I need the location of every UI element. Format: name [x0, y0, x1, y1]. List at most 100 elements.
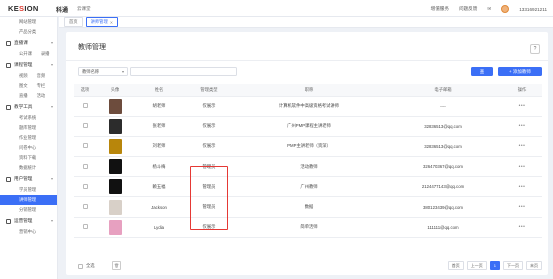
tab-teacher-management[interactable]: 讲师管理 ✕	[85, 17, 119, 27]
avatar	[108, 159, 122, 175]
sidebar-section-19[interactable]: 运营管理 ▾	[0, 215, 57, 227]
sidebar-section-label: 教学工具	[14, 104, 33, 109]
main-card: 教师管理 ? 教师名称 ▾ 查 + 添加教师 选项 头像 姓名 管理类型 职称 电…	[66, 32, 548, 275]
sidebar-item[interactable]: 直播	[19, 91, 28, 101]
sidebar-item-active[interactable]: 讲师管理	[0, 195, 57, 205]
sidebar-item[interactable]: 数据统计	[0, 163, 57, 173]
more-actions-icon[interactable]: •••	[519, 103, 526, 109]
more-actions-icon[interactable]: •••	[519, 204, 526, 210]
search-input[interactable]	[130, 67, 237, 76]
col-header-email: 电子邮箱	[384, 84, 502, 97]
value-added-link[interactable]: 增值服务	[431, 6, 449, 12]
col-header-actions: 操作	[502, 84, 542, 97]
row-checkbox[interactable]	[82, 143, 88, 149]
manage-type: 仅展示	[184, 136, 234, 158]
teacher-email: ----	[384, 96, 502, 117]
teacher-title: 广州教师	[234, 176, 384, 198]
sidebar-item[interactable]: 专栏	[37, 81, 46, 91]
kesion-logo[interactable]: KESION	[8, 4, 39, 13]
tab-home[interactable]: 首页	[64, 17, 83, 27]
table-row: Jackson 管理员 数据 380123439@qq.com •••	[74, 196, 542, 218]
row-checkbox[interactable]	[82, 163, 88, 169]
sidebar-section-2[interactable]: 直播课 ▾	[0, 37, 57, 49]
sidebar-item[interactable]: 作业管理	[0, 133, 57, 143]
row-checkbox[interactable]	[82, 183, 88, 189]
page-first[interactable]: 首页	[447, 261, 464, 270]
tab-bar: 首页 讲师管理 ✕	[59, 17, 553, 28]
feedback-link[interactable]: 问题反馈	[459, 6, 477, 12]
sidebar-item[interactable]: 分销管理	[0, 205, 57, 215]
avatar	[108, 219, 122, 235]
row-checkbox[interactable]	[82, 103, 88, 109]
teacher-name: Lydia	[134, 217, 184, 238]
sidebar-item[interactable]: 产品分类	[0, 27, 57, 37]
select-all-label: 全选	[86, 263, 95, 268]
more-actions-icon[interactable]: •••	[519, 143, 526, 149]
table-row: Lydia 仅展示 简单活师 111111@qq.com •••	[74, 217, 542, 238]
teacher-table: 选项 头像 姓名 管理类型 职称 电子邮箱 操作 胡老师 仅展示 计算机软件中高级资…	[74, 84, 542, 238]
chevron-down-icon: ▾	[50, 40, 53, 45]
teacher-title: 活动教师	[234, 156, 384, 178]
sidebar-item[interactable]: 资料下载	[0, 153, 57, 163]
trash-icon[interactable]: 🗑	[112, 261, 121, 270]
sidebar-item[interactable]: 图文	[19, 81, 28, 91]
sidebar-item[interactable]: 学员管理	[0, 185, 57, 195]
sidebar-section-label: 运营管理	[14, 218, 33, 223]
page-next[interactable]: 下一页	[503, 261, 523, 270]
user-avatar[interactable]	[501, 5, 510, 13]
teacher-title: 广州PMP课程主讲老师	[234, 116, 384, 137]
close-icon[interactable]: ✕	[110, 20, 113, 25]
sidebar-row-5: 视频 音频	[0, 71, 57, 81]
sidebar-item[interactable]: 题库管理	[0, 123, 57, 133]
page-prev[interactable]: 上一页	[466, 261, 487, 270]
sidebar-section-15[interactable]: 用户管理 ▾	[0, 173, 57, 185]
sidebar-item[interactable]: 音频	[37, 71, 46, 81]
sidebar-item[interactable]: 活动	[37, 91, 46, 101]
sidebar-item[interactable]: 录播	[41, 49, 50, 59]
avatar	[108, 199, 122, 215]
search-button[interactable]: 查	[471, 67, 493, 76]
sidebar-item[interactable]: 考试系统	[0, 113, 57, 123]
help-button[interactable]: ?	[530, 44, 540, 54]
sidebar-item[interactable]: 视频	[19, 71, 28, 81]
sidebar-section-4[interactable]: 课程管理 ▾	[0, 59, 57, 71]
select-all-checkbox[interactable]	[78, 263, 83, 269]
section-icon	[6, 62, 11, 68]
filter-select[interactable]: 教师名称 ▾	[78, 67, 128, 76]
sidebar-item[interactable]: 营销中心	[0, 227, 57, 237]
row-checkbox[interactable]	[82, 224, 88, 230]
sidebar-item[interactable]: 公开课	[19, 49, 32, 59]
table-row: 杨斗梅 管理员 活动教师 326470367@qq.com •••	[74, 156, 542, 178]
divider	[66, 60, 548, 61]
row-checkbox[interactable]	[82, 123, 88, 129]
user-phone[interactable]: 13316921211	[519, 7, 547, 12]
page-last[interactable]: 末页	[526, 261, 542, 270]
sidebar-item[interactable]: 问卷中心	[0, 143, 57, 153]
teacher-name: 刘老师	[134, 136, 184, 158]
col-header-type: 管理类型	[184, 84, 234, 97]
sidebar-item[interactable]: 网站管理	[0, 17, 57, 27]
table-row: 刘老师 仅展示 PMP主讲老师（资深） 32836513@qq.com •••	[74, 136, 542, 158]
section-icon	[6, 40, 11, 46]
row-checkbox[interactable]	[82, 204, 88, 210]
section-icon	[6, 104, 11, 110]
col-header-title: 职称	[234, 84, 384, 97]
teacher-name: 胡老师	[134, 96, 184, 117]
sidebar-row-7: 直播 活动	[0, 91, 57, 101]
chevron-down-icon: ▾	[50, 104, 53, 109]
more-actions-icon[interactable]: •••	[519, 164, 526, 170]
more-actions-icon[interactable]: •••	[519, 224, 526, 230]
teacher-title: 计算机软件中高级资格考试讲师	[234, 96, 384, 117]
more-actions-icon[interactable]: •••	[519, 123, 526, 129]
sidebar-section-label: 课程管理	[14, 62, 33, 67]
avatar	[108, 138, 122, 154]
mail-icon[interactable]: ✉	[487, 6, 491, 12]
chevron-down-icon: ▾	[50, 62, 53, 67]
highlight-box	[190, 166, 228, 230]
page-current[interactable]: 1	[489, 261, 500, 270]
sidebar-section-8[interactable]: 教学工具 ▾	[0, 101, 57, 113]
teacher-name: 赖五福	[134, 176, 184, 198]
teacher-email: 32836513@qq.com	[384, 116, 502, 137]
add-teacher-button[interactable]: + 添加教师	[498, 67, 542, 76]
more-actions-icon[interactable]: •••	[519, 184, 526, 190]
